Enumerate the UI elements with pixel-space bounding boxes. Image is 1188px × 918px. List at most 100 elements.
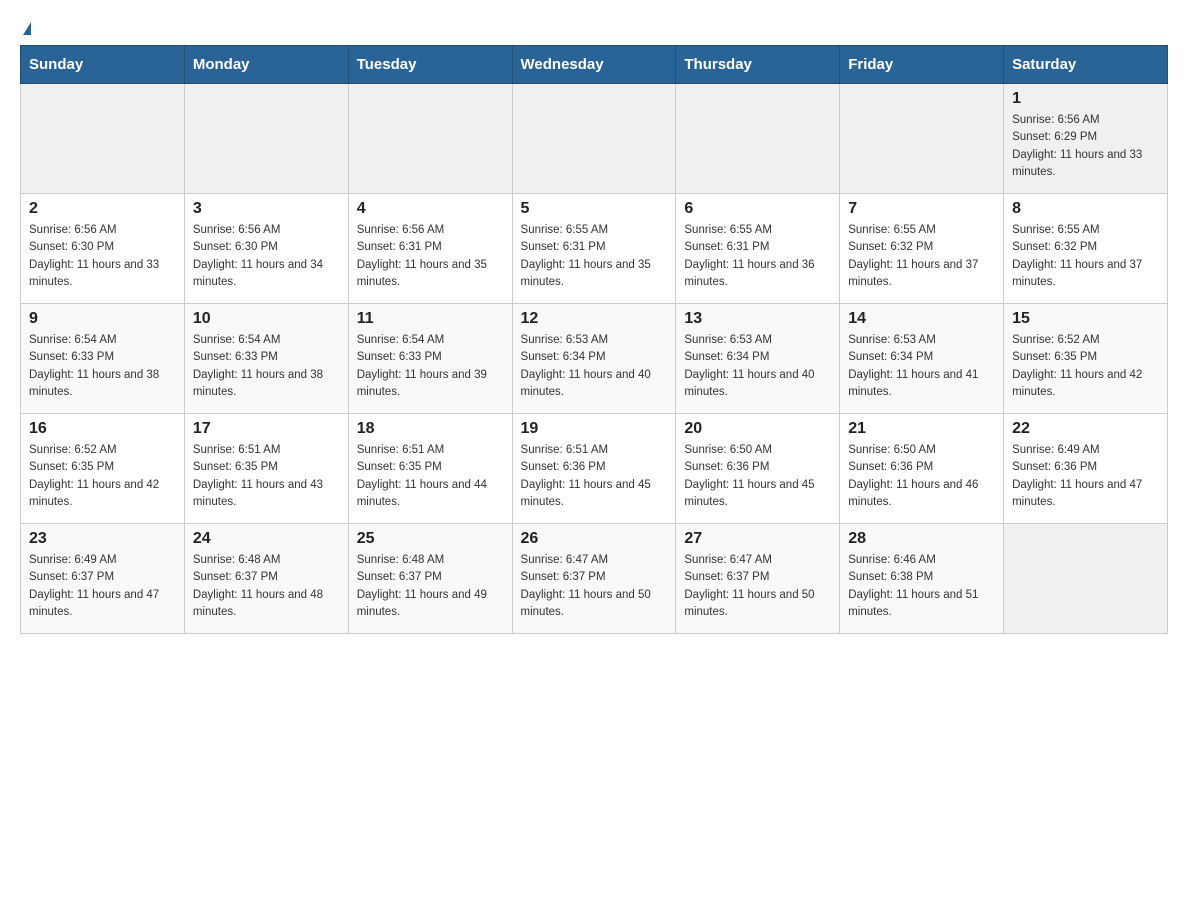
- day-info: Sunrise: 6:56 AMSunset: 6:30 PMDaylight:…: [29, 222, 176, 291]
- calendar-cell: 11 Sunrise: 6:54 AMSunset: 6:33 PMDayligh…: [348, 304, 512, 414]
- calendar-cell: 22 Sunrise: 6:49 AMSunset: 6:36 PMDayligh…: [1004, 414, 1168, 524]
- calendar-cell: 16 Sunrise: 6:52 AMSunset: 6:35 PMDayligh…: [21, 414, 185, 524]
- day-number: 15: [1012, 310, 1159, 328]
- day-number: 5: [521, 200, 668, 218]
- calendar-cell: [676, 84, 840, 194]
- day-info: Sunrise: 6:46 AMSunset: 6:38 PMDaylight:…: [848, 552, 995, 621]
- calendar-cell: 2 Sunrise: 6:56 AMSunset: 6:30 PMDaylight…: [21, 194, 185, 304]
- day-number: 22: [1012, 420, 1159, 438]
- day-number: 12: [521, 310, 668, 328]
- calendar-header-row: SundayMondayTuesdayWednesdayThursdayFrid…: [21, 46, 1168, 84]
- day-info: Sunrise: 6:56 AMSunset: 6:31 PMDaylight:…: [357, 222, 504, 291]
- header-monday: Monday: [184, 46, 348, 84]
- day-info: Sunrise: 6:56 AMSunset: 6:30 PMDaylight:…: [193, 222, 340, 291]
- calendar-cell: 3 Sunrise: 6:56 AMSunset: 6:30 PMDaylight…: [184, 194, 348, 304]
- day-info: Sunrise: 6:55 AMSunset: 6:32 PMDaylight:…: [1012, 222, 1159, 291]
- header-saturday: Saturday: [1004, 46, 1168, 84]
- day-number: 4: [357, 200, 504, 218]
- calendar-cell: [512, 84, 676, 194]
- calendar-cell: [21, 84, 185, 194]
- page-header: [20, 20, 1168, 35]
- calendar-cell: 13 Sunrise: 6:53 AMSunset: 6:34 PMDayligh…: [676, 304, 840, 414]
- calendar-week-row: 23 Sunrise: 6:49 AMSunset: 6:37 PMDayligh…: [21, 524, 1168, 634]
- day-info: Sunrise: 6:50 AMSunset: 6:36 PMDaylight:…: [684, 442, 831, 511]
- day-info: Sunrise: 6:55 AMSunset: 6:31 PMDaylight:…: [684, 222, 831, 291]
- day-info: Sunrise: 6:54 AMSunset: 6:33 PMDaylight:…: [193, 332, 340, 401]
- day-info: Sunrise: 6:52 AMSunset: 6:35 PMDaylight:…: [29, 442, 176, 511]
- day-info: Sunrise: 6:53 AMSunset: 6:34 PMDaylight:…: [848, 332, 995, 401]
- day-number: 6: [684, 200, 831, 218]
- day-number: 24: [193, 530, 340, 548]
- day-info: Sunrise: 6:53 AMSunset: 6:34 PMDaylight:…: [521, 332, 668, 401]
- day-info: Sunrise: 6:50 AMSunset: 6:36 PMDaylight:…: [848, 442, 995, 511]
- calendar-cell: [840, 84, 1004, 194]
- calendar-week-row: 16 Sunrise: 6:52 AMSunset: 6:35 PMDayligh…: [21, 414, 1168, 524]
- day-number: 2: [29, 200, 176, 218]
- calendar-table: SundayMondayTuesdayWednesdayThursdayFrid…: [20, 45, 1168, 634]
- header-tuesday: Tuesday: [348, 46, 512, 84]
- calendar-cell: 24 Sunrise: 6:48 AMSunset: 6:37 PMDayligh…: [184, 524, 348, 634]
- day-info: Sunrise: 6:51 AMSunset: 6:36 PMDaylight:…: [521, 442, 668, 511]
- day-info: Sunrise: 6:49 AMSunset: 6:37 PMDaylight:…: [29, 552, 176, 621]
- day-info: Sunrise: 6:55 AMSunset: 6:32 PMDaylight:…: [848, 222, 995, 291]
- day-info: Sunrise: 6:48 AMSunset: 6:37 PMDaylight:…: [357, 552, 504, 621]
- calendar-cell: 28 Sunrise: 6:46 AMSunset: 6:38 PMDayligh…: [840, 524, 1004, 634]
- calendar-cell: 5Sunrise: 6:55 AMSunset: 6:31 PMDaylight…: [512, 194, 676, 304]
- day-number: 3: [193, 200, 340, 218]
- day-info: Sunrise: 6:51 AMSunset: 6:35 PMDaylight:…: [357, 442, 504, 511]
- header-wednesday: Wednesday: [512, 46, 676, 84]
- day-number: 21: [848, 420, 995, 438]
- calendar-cell: 6 Sunrise: 6:55 AMSunset: 6:31 PMDaylight…: [676, 194, 840, 304]
- day-number: 16: [29, 420, 176, 438]
- day-info: Sunrise: 6:54 AMSunset: 6:33 PMDaylight:…: [29, 332, 176, 401]
- day-info: Sunrise: 6:47 AMSunset: 6:37 PMDaylight:…: [684, 552, 831, 621]
- day-info: Sunrise: 6:53 AMSunset: 6:34 PMDaylight:…: [684, 332, 831, 401]
- calendar-cell: 10 Sunrise: 6:54 AMSunset: 6:33 PMDayligh…: [184, 304, 348, 414]
- day-number: 1: [1012, 90, 1159, 108]
- day-number: 20: [684, 420, 831, 438]
- calendar-cell: 26 Sunrise: 6:47 AMSunset: 6:37 PMDayligh…: [512, 524, 676, 634]
- calendar-cell: 17Sunrise: 6:51 AMSunset: 6:35 PMDayligh…: [184, 414, 348, 524]
- day-number: 23: [29, 530, 176, 548]
- day-number: 26: [521, 530, 668, 548]
- calendar-cell: [1004, 524, 1168, 634]
- day-number: 10: [193, 310, 340, 328]
- calendar-cell: 1 Sunrise: 6:56 AMSunset: 6:29 PMDaylight…: [1004, 84, 1168, 194]
- calendar-cell: 23 Sunrise: 6:49 AMSunset: 6:37 PMDayligh…: [21, 524, 185, 634]
- calendar-cell: 21 Sunrise: 6:50 AMSunset: 6:36 PMDayligh…: [840, 414, 1004, 524]
- calendar-cell: [184, 84, 348, 194]
- calendar-week-row: 1 Sunrise: 6:56 AMSunset: 6:29 PMDaylight…: [21, 84, 1168, 194]
- header-sunday: Sunday: [21, 46, 185, 84]
- day-number: 28: [848, 530, 995, 548]
- calendar-cell: 20 Sunrise: 6:50 AMSunset: 6:36 PMDayligh…: [676, 414, 840, 524]
- day-number: 25: [357, 530, 504, 548]
- calendar-cell: 8 Sunrise: 6:55 AMSunset: 6:32 PMDaylight…: [1004, 194, 1168, 304]
- day-number: 18: [357, 420, 504, 438]
- calendar-cell: 7 Sunrise: 6:55 AMSunset: 6:32 PMDaylight…: [840, 194, 1004, 304]
- header-friday: Friday: [840, 46, 1004, 84]
- day-number: 19: [521, 420, 668, 438]
- day-info: Sunrise: 6:54 AMSunset: 6:33 PMDaylight:…: [357, 332, 504, 401]
- day-info: Sunrise: 6:49 AMSunset: 6:36 PMDaylight:…: [1012, 442, 1159, 511]
- day-number: 14: [848, 310, 995, 328]
- day-info: Sunrise: 6:47 AMSunset: 6:37 PMDaylight:…: [521, 552, 668, 621]
- calendar-cell: [348, 84, 512, 194]
- calendar-cell: 19 Sunrise: 6:51 AMSunset: 6:36 PMDayligh…: [512, 414, 676, 524]
- calendar-cell: 9 Sunrise: 6:54 AMSunset: 6:33 PMDaylight…: [21, 304, 185, 414]
- calendar-cell: 14 Sunrise: 6:53 AMSunset: 6:34 PMDayligh…: [840, 304, 1004, 414]
- day-info: Sunrise: 6:52 AMSunset: 6:35 PMDaylight:…: [1012, 332, 1159, 401]
- day-number: 11: [357, 310, 504, 328]
- logo: [20, 20, 31, 35]
- day-info: Sunrise: 6:56 AMSunset: 6:29 PMDaylight:…: [1012, 112, 1159, 181]
- day-number: 13: [684, 310, 831, 328]
- day-number: 7: [848, 200, 995, 218]
- day-number: 9: [29, 310, 176, 328]
- day-number: 27: [684, 530, 831, 548]
- day-number: 8: [1012, 200, 1159, 218]
- calendar-cell: 25 Sunrise: 6:48 AMSunset: 6:37 PMDayligh…: [348, 524, 512, 634]
- calendar-cell: 15 Sunrise: 6:52 AMSunset: 6:35 PMDayligh…: [1004, 304, 1168, 414]
- calendar-cell: 12 Sunrise: 6:53 AMSunset: 6:34 PMDayligh…: [512, 304, 676, 414]
- day-info: Sunrise: 6:48 AMSunset: 6:37 PMDaylight:…: [193, 552, 340, 621]
- day-info: Sunrise: 6:51 AMSunset: 6:35 PMDaylight:…: [193, 442, 340, 511]
- calendar-week-row: 9 Sunrise: 6:54 AMSunset: 6:33 PMDaylight…: [21, 304, 1168, 414]
